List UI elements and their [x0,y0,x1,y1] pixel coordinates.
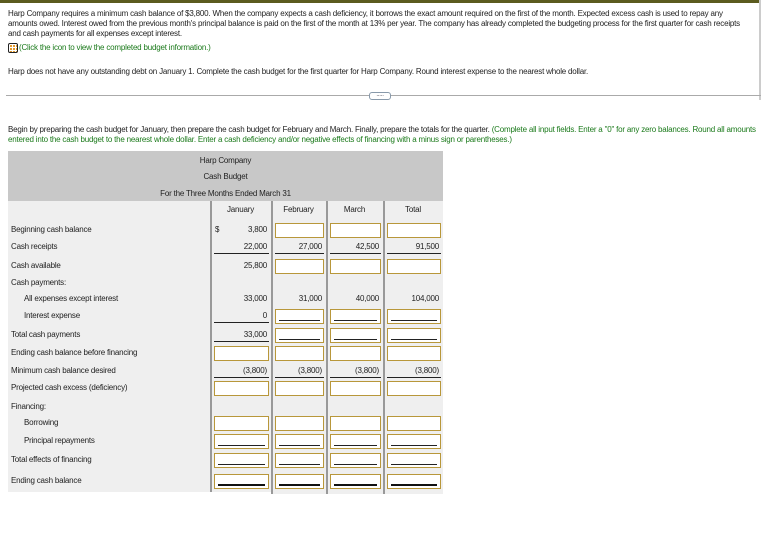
amount-input[interactable] [330,346,381,361]
amount-input[interactable] [275,453,324,468]
amount-input[interactable] [387,434,441,449]
row-label: Beginning cash balance [11,225,92,234]
amount-input[interactable] [275,309,324,324]
more-button[interactable]: ..... [369,92,391,100]
header-row-line [8,201,210,219]
task-text: Harp does not have any outstanding debt … [8,67,589,76]
amount-input[interactable] [275,328,324,343]
instructions-text: Begin by preparing the cash budget for J… [8,125,490,134]
budget-info-link[interactable]: (Click the icon to view the completed bu… [8,43,211,53]
amount-input[interactable] [330,434,381,449]
column-header-total: Total [405,205,421,214]
amount-input[interactable] [387,416,441,431]
problem-text: Harp Company requires a minimum cash bal… [8,9,740,38]
row-label: Financing: [11,402,46,411]
table-header: Harp Company Cash Budget For the Three M… [8,151,443,201]
row-label: Cash available [11,261,61,270]
amount-input[interactable] [330,453,381,468]
amount-input[interactable] [275,381,324,396]
row-label: Total cash payments [11,330,81,339]
row-label: Total effects of financing [11,455,92,464]
cell-value: 104,000 [411,294,439,303]
row-label: Cash payments: [11,278,67,287]
amount-input[interactable] [275,474,324,489]
cell-value: 25,800 [243,261,267,270]
amount-input[interactable] [214,474,269,489]
amount-input[interactable] [275,223,324,238]
company-name: Harp Company [199,156,252,165]
budget-period: For the Three Months Ended March 31 [160,189,291,198]
cell-value: 91,500 [387,240,441,254]
amount-input[interactable] [214,434,269,449]
cell-value: 0 [214,309,269,323]
amount-input[interactable] [275,416,324,431]
cell-value: 33,000 [243,294,267,303]
amount-input[interactable] [387,346,441,361]
amount-input[interactable] [275,346,324,361]
top-bar [0,0,761,3]
amount-input[interactable] [387,453,441,468]
row-label: Cash receipts [11,242,58,251]
amount-input[interactable] [330,328,381,343]
amount-input[interactable] [387,223,441,238]
row-label: Ending cash balance before financing [11,348,138,357]
cell-value: 3,800 [247,225,267,234]
row-label: Borrowing [24,418,59,427]
amount-input[interactable] [330,259,381,274]
cell-value: 33,000 [214,328,269,342]
amount-input[interactable] [387,381,441,396]
amount-input[interactable] [330,223,381,238]
column-header-march: March [343,205,366,214]
cell-value: 42,500 [330,240,381,254]
amount-input[interactable] [387,309,441,324]
amount-input[interactable] [214,416,269,431]
row-label: Principal repayments [24,436,95,445]
amount-input[interactable] [330,309,381,324]
icon-link-text[interactable]: (Click the icon to view the completed bu… [19,43,211,52]
column-header-january: January [226,205,255,214]
budget-title: Cash Budget [203,172,248,181]
amount-input[interactable] [330,381,381,396]
amount-input[interactable] [275,259,324,274]
cell-value: 40,000 [355,294,379,303]
calculator-icon[interactable] [8,43,18,53]
amount-input[interactable] [214,453,269,468]
cell-value: 31,000 [298,294,322,303]
cell-value: (3,800) [275,364,324,378]
amount-input[interactable] [387,328,441,343]
column-header-february: February [283,205,314,214]
amount-input[interactable] [387,259,441,274]
cell-value: (3,800) [214,364,269,378]
row-label: Minimum cash balance desired [11,366,116,375]
cell-value: (3,800) [387,364,441,378]
amount-input[interactable] [330,474,381,489]
cell-value: 22,000 [214,240,269,254]
instructions: Begin by preparing the cash budget for J… [8,125,758,145]
amount-input[interactable] [330,416,381,431]
amount-input[interactable] [387,474,441,489]
cell-value: (3,800) [330,364,381,378]
amount-input[interactable] [275,434,324,449]
cell-value: 27,000 [275,240,324,254]
currency-sign: $ [215,225,220,234]
row-label: Ending cash balance [11,476,82,485]
amount-input[interactable] [214,381,269,396]
row-label: Interest expense [24,311,80,320]
row-label: All expenses except interest [24,294,119,303]
amount-input[interactable] [214,346,269,361]
row-label: Projected cash excess (deficiency) [11,383,128,392]
